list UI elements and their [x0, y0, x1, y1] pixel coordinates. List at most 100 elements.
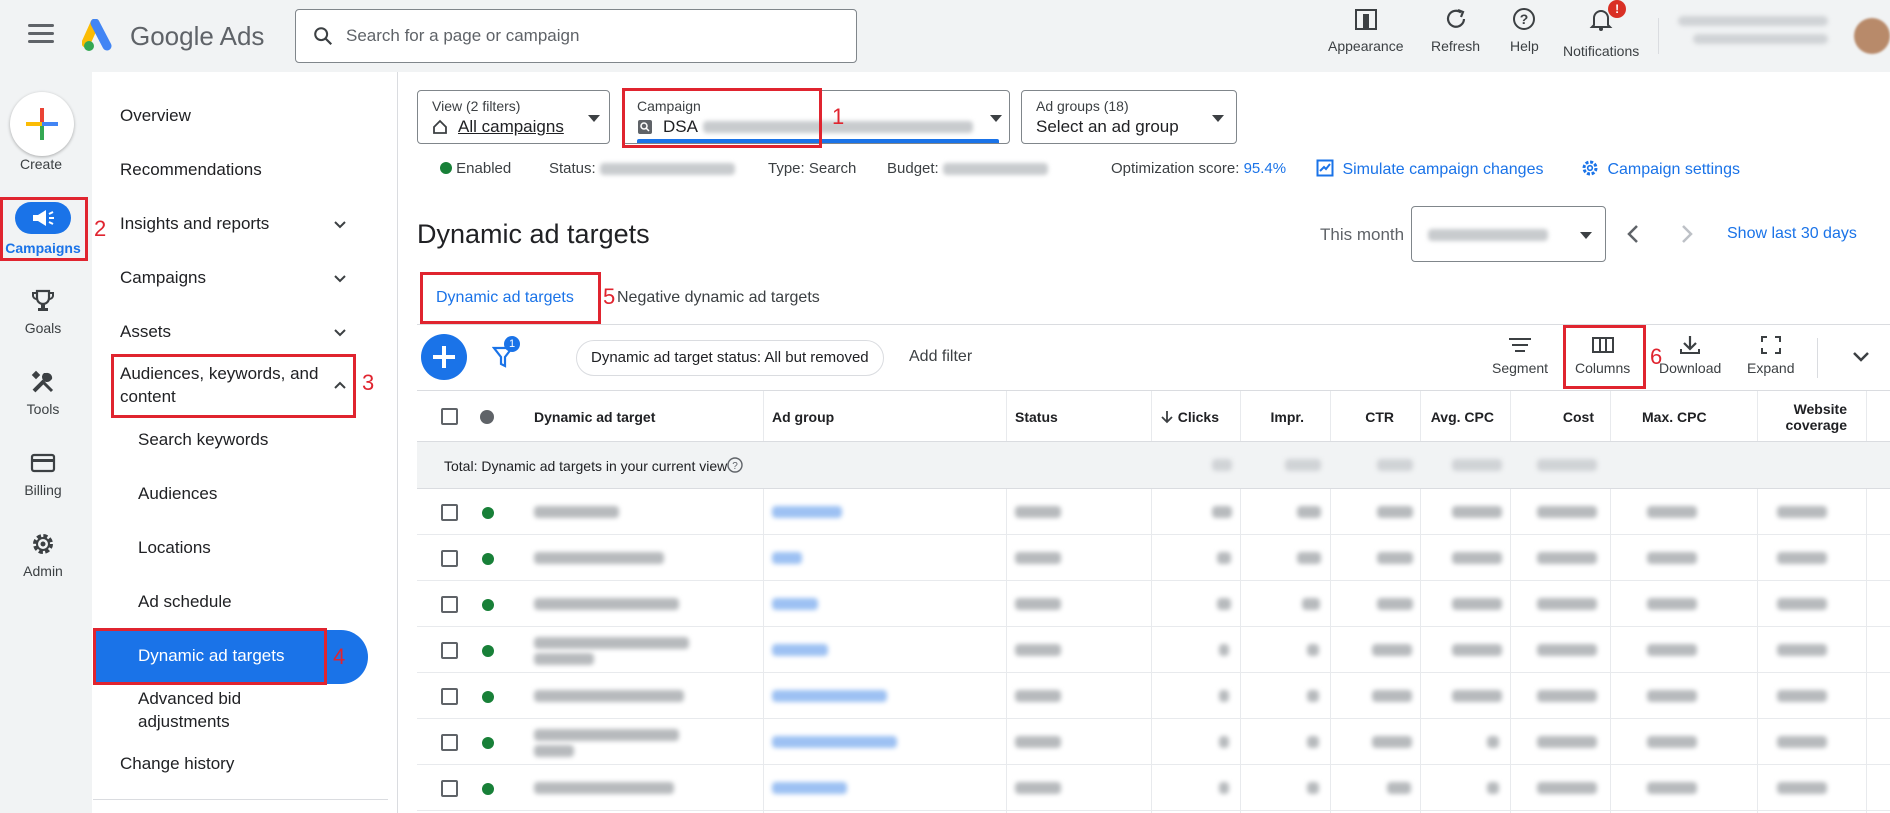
table-row[interactable] — [417, 765, 1890, 811]
col-avg-cpc[interactable]: Avg. CPC — [1410, 391, 1494, 443]
nav-ad-schedule[interactable]: Ad schedule — [138, 592, 232, 612]
chevron-down-icon[interactable] — [333, 272, 347, 286]
search-box[interactable]: Search for a page or campaign — [295, 9, 857, 63]
view-filter-dropdown[interactable]: View (2 filters) All campaigns — [417, 90, 610, 144]
nav-locations[interactable]: Locations — [138, 538, 211, 558]
add-filter-button[interactable]: Add filter — [909, 348, 972, 366]
chevron-right-icon[interactable] — [1678, 223, 1696, 245]
nav-advanced-bid-adjustments-line2[interactable]: adjustments — [138, 712, 230, 732]
total-ctr-redacted — [1377, 459, 1413, 471]
adgroup-link-redacted[interactable] — [772, 782, 847, 794]
coverage-redacted — [1777, 644, 1827, 656]
chevron-left-icon[interactable] — [1624, 223, 1642, 245]
row-checkbox[interactable] — [441, 504, 458, 521]
adgroup-link-redacted[interactable] — [772, 644, 828, 656]
tab-negative-dynamic-ad-targets[interactable]: Negative dynamic ad targets — [617, 289, 820, 307]
chevron-down-icon[interactable] — [333, 218, 347, 232]
add-button[interactable] — [421, 334, 467, 380]
row-checkbox[interactable] — [441, 596, 458, 613]
impr-redacted — [1302, 598, 1320, 610]
annotation-box-5 — [420, 272, 601, 324]
coverage-redacted — [1777, 690, 1827, 702]
help-button[interactable]: ? Help — [1510, 6, 1539, 54]
chevron-down-icon[interactable] — [1852, 350, 1870, 364]
adgroup-link-redacted[interactable] — [772, 506, 842, 518]
target-redacted — [534, 782, 674, 794]
nav-recommendations[interactable]: Recommendations — [120, 160, 262, 180]
nav-assets[interactable]: Assets — [120, 322, 171, 342]
nav-search-keywords[interactable]: Search keywords — [138, 430, 268, 450]
col-max-cpc[interactable]: Max. CPC — [1642, 391, 1707, 443]
download-button[interactable]: Download — [1659, 334, 1721, 376]
annotation-box-3 — [111, 354, 356, 418]
menu-icon[interactable] — [28, 24, 54, 46]
nav-audiences[interactable]: Audiences — [138, 484, 217, 504]
segment-button[interactable]: Segment — [1492, 334, 1548, 376]
row-checkbox[interactable] — [441, 642, 458, 659]
nav-campaigns[interactable]: Campaigns — [120, 268, 206, 288]
row-checkbox[interactable] — [441, 734, 458, 751]
col-cost[interactable]: Cost — [1510, 391, 1594, 443]
annotation-number-2: 2 — [94, 216, 107, 241]
col-ad-group[interactable]: Ad group — [772, 391, 834, 443]
appearance-button[interactable]: Appearance — [1328, 6, 1404, 54]
row-checkbox[interactable] — [441, 550, 458, 567]
nav-overview[interactable]: Overview — [120, 106, 191, 126]
target-redacted — [534, 598, 679, 610]
ctr-redacted — [1377, 552, 1413, 564]
row-checkbox[interactable] — [441, 688, 458, 705]
clicks-redacted — [1217, 552, 1231, 564]
col-clicks[interactable]: Clicks — [1147, 391, 1219, 443]
create-button[interactable] — [10, 92, 74, 156]
account-info-redacted[interactable] — [1678, 16, 1838, 56]
google-ads-logo[interactable]: Google Ads — [82, 18, 264, 54]
row-checkbox[interactable] — [441, 780, 458, 797]
clicks-redacted — [1219, 736, 1229, 748]
filter-button[interactable]: 1 — [491, 336, 520, 375]
col-dynamic-ad-target[interactable]: Dynamic ad target — [534, 391, 655, 443]
rail-item-billing[interactable]: Billing — [0, 450, 86, 498]
clicks-redacted — [1219, 690, 1229, 702]
total-row: Total: Dynamic ad targets in your curren… — [417, 442, 1890, 489]
enabled-dot-icon — [482, 783, 494, 795]
table-row[interactable] — [417, 673, 1890, 719]
adgroups-filter-dropdown[interactable]: Ad groups (18) Select an ad group — [1021, 90, 1237, 144]
table-row[interactable] — [417, 581, 1890, 627]
table-row[interactable] — [417, 535, 1890, 581]
table-row[interactable] — [417, 719, 1890, 765]
status-filter-chip[interactable]: Dynamic ad target status: All but remove… — [576, 340, 884, 376]
nav-insights[interactable]: Insights and reports — [120, 214, 269, 234]
date-range-dropdown[interactable] — [1411, 206, 1606, 262]
status-redacted — [1015, 598, 1061, 610]
avatar[interactable] — [1854, 18, 1890, 54]
rail-item-admin[interactable]: Admin — [0, 531, 86, 579]
table-row[interactable] — [417, 627, 1890, 673]
adgroup-link-redacted[interactable] — [772, 690, 887, 702]
rail-item-tools[interactable]: Tools — [0, 369, 86, 417]
table-row[interactable] — [417, 489, 1890, 535]
adgroup-link-redacted[interactable] — [772, 552, 802, 564]
simulate-campaign-changes-link[interactable]: Simulate campaign changes — [1316, 159, 1543, 179]
adgroup-link-redacted[interactable] — [772, 598, 818, 610]
dropdown-caret-icon — [1212, 115, 1224, 122]
col-ctr[interactable]: CTR — [1330, 391, 1394, 443]
optimization-score[interactable]: Optimization score: 95.4% — [1111, 160, 1286, 177]
adgroup-link-redacted[interactable] — [772, 736, 897, 748]
refresh-button[interactable]: Refresh — [1431, 6, 1480, 54]
help-icon[interactable]: ? — [727, 457, 743, 473]
campaign-settings-link[interactable]: Campaign settings — [1581, 159, 1740, 179]
nav-change-history[interactable]: Change history — [120, 754, 234, 774]
avgcpc-redacted — [1452, 644, 1502, 656]
nav-advanced-bid-adjustments[interactable]: Advanced bid — [138, 689, 241, 709]
notifications-button[interactable]: ! Notifications — [1563, 0, 1639, 59]
status-dot-header-icon[interactable] — [480, 410, 494, 424]
col-impressions[interactable]: Impr. — [1240, 391, 1304, 443]
rail-item-goals[interactable]: Goals — [0, 288, 86, 336]
show-last-30-days-link[interactable]: Show last 30 days — [1727, 225, 1857, 243]
ctr-redacted — [1377, 598, 1413, 610]
select-all-checkbox[interactable] — [441, 408, 458, 425]
col-website-coverage[interactable]: Website coverage — [1757, 391, 1847, 443]
chevron-down-icon[interactable] — [333, 326, 347, 340]
expand-button[interactable]: Expand — [1747, 334, 1794, 376]
col-status[interactable]: Status — [1015, 391, 1058, 443]
